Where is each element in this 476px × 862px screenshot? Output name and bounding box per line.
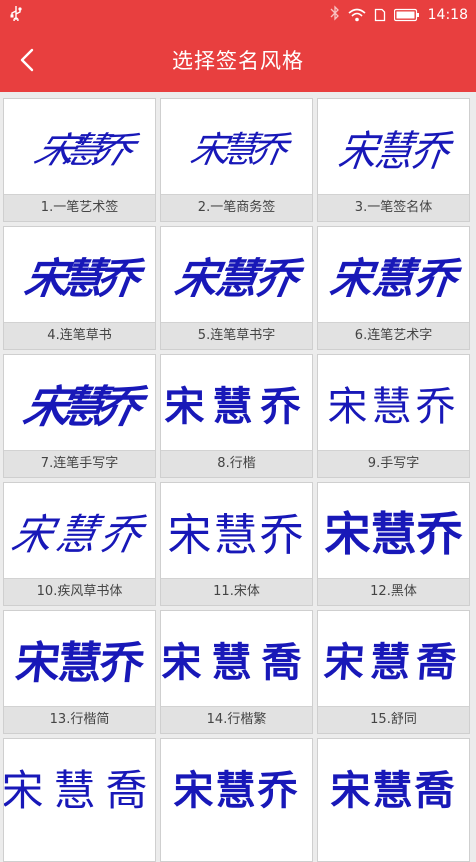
- battery-icon: [393, 8, 420, 22]
- style-label: 6.连笔艺术字: [318, 322, 469, 349]
- style-tile-3[interactable]: 宋慧乔 3.一笔签名体: [317, 98, 470, 222]
- style-label: 5.连笔草书字: [161, 322, 312, 349]
- signature-preview: 宋慧乔: [173, 768, 300, 814]
- signature-preview: 宋慧喬: [4, 765, 155, 815]
- style-tile-15[interactable]: 宋慧喬 15.舒同: [317, 610, 470, 734]
- style-tile-11[interactable]: 宋慧乔 11.宋体: [160, 482, 313, 606]
- signature-preview: 宋慧乔: [171, 256, 300, 303]
- style-tile-12[interactable]: 宋慧乔 12.黑体: [317, 482, 470, 606]
- usb-icon: [10, 5, 22, 25]
- style-tile-8[interactable]: 宋慧乔 8.行楷: [160, 354, 313, 478]
- style-grid: 宋慧乔 1.一笔艺术签 宋慧乔 2.一笔商务签 宋慧乔 3.一笔签名体 宋慧乔 …: [3, 98, 473, 862]
- style-tile-2[interactable]: 宋慧乔 2.一笔商务签: [160, 98, 313, 222]
- signature-preview: 宋慧乔: [327, 256, 459, 303]
- style-label: 10.疾风草书体: [4, 578, 155, 605]
- signature-preview: 宋慧乔: [187, 130, 285, 171]
- style-label: 9.手写字: [318, 450, 469, 477]
- signature-preview: 宋慧喬: [322, 639, 464, 686]
- signature-preview: 宋慧乔: [7, 511, 150, 560]
- style-tile-16[interactable]: 宋慧喬: [3, 738, 156, 862]
- signature-preview: 宋慧乔: [324, 507, 463, 561]
- style-label: 13.行楷简: [4, 706, 155, 733]
- style-label: 15.舒同: [318, 706, 469, 733]
- signature-preview: 宋慧乔: [164, 383, 309, 430]
- style-tile-17[interactable]: 宋慧乔: [160, 738, 313, 862]
- style-tile-9[interactable]: 宋慧乔 9.手写字: [317, 354, 470, 478]
- signature-preview: 宋慧乔: [335, 126, 451, 176]
- style-tile-7[interactable]: 宋慧乔 7.连笔手写字: [3, 354, 156, 478]
- signature-preview: 宋慧喬: [161, 639, 312, 686]
- signature-preview: 宋慧喬: [330, 767, 457, 814]
- style-tile-4[interactable]: 宋慧乔 4.连笔草书: [3, 226, 156, 350]
- wifi-icon: [348, 8, 366, 22]
- signature-preview: 宋慧乔: [19, 383, 138, 432]
- style-tile-13[interactable]: 宋慧乔 13.行楷简: [3, 610, 156, 734]
- style-label: 8.行楷: [161, 450, 312, 477]
- style-label: 11.宋体: [161, 578, 312, 605]
- signature-preview: 宋慧乔: [327, 384, 460, 430]
- style-tile-5[interactable]: 宋慧乔 5.连笔草书字: [160, 226, 313, 350]
- style-tile-1[interactable]: 宋慧乔 1.一笔艺术签: [3, 98, 156, 222]
- style-label: 7.连笔手写字: [4, 450, 155, 477]
- style-tile-14[interactable]: 宋慧喬 14.行楷繁: [160, 610, 313, 734]
- status-time: 14:18: [427, 7, 468, 23]
- style-label: 2.一笔商务签: [161, 194, 312, 221]
- style-label: 4.连笔草书: [4, 322, 155, 349]
- signature-preview: 宋慧乔: [13, 638, 145, 689]
- app-bar: 选择签名风格: [0, 28, 476, 92]
- style-tile-6[interactable]: 宋慧乔 6.连笔艺术字: [317, 226, 470, 350]
- style-label: 3.一笔签名体: [318, 194, 469, 221]
- signature-preview: 宋慧乔: [28, 129, 128, 172]
- style-label: 1.一笔艺术签: [4, 194, 155, 221]
- style-label: 14.行楷繁: [161, 706, 312, 733]
- signature-preview: 宋慧乔: [167, 510, 306, 561]
- page-title: 选择签名风格: [172, 49, 304, 73]
- style-tile-10[interactable]: 宋慧乔 10.疾风草书体: [3, 482, 156, 606]
- style-tile-18[interactable]: 宋慧喬: [317, 738, 470, 862]
- style-label: 12.黑体: [318, 578, 469, 605]
- signature-preview: 宋慧乔: [21, 256, 137, 303]
- bluetooth-icon: [330, 5, 340, 25]
- status-bar: 14:18: [0, 0, 476, 28]
- sim-icon: [374, 8, 386, 22]
